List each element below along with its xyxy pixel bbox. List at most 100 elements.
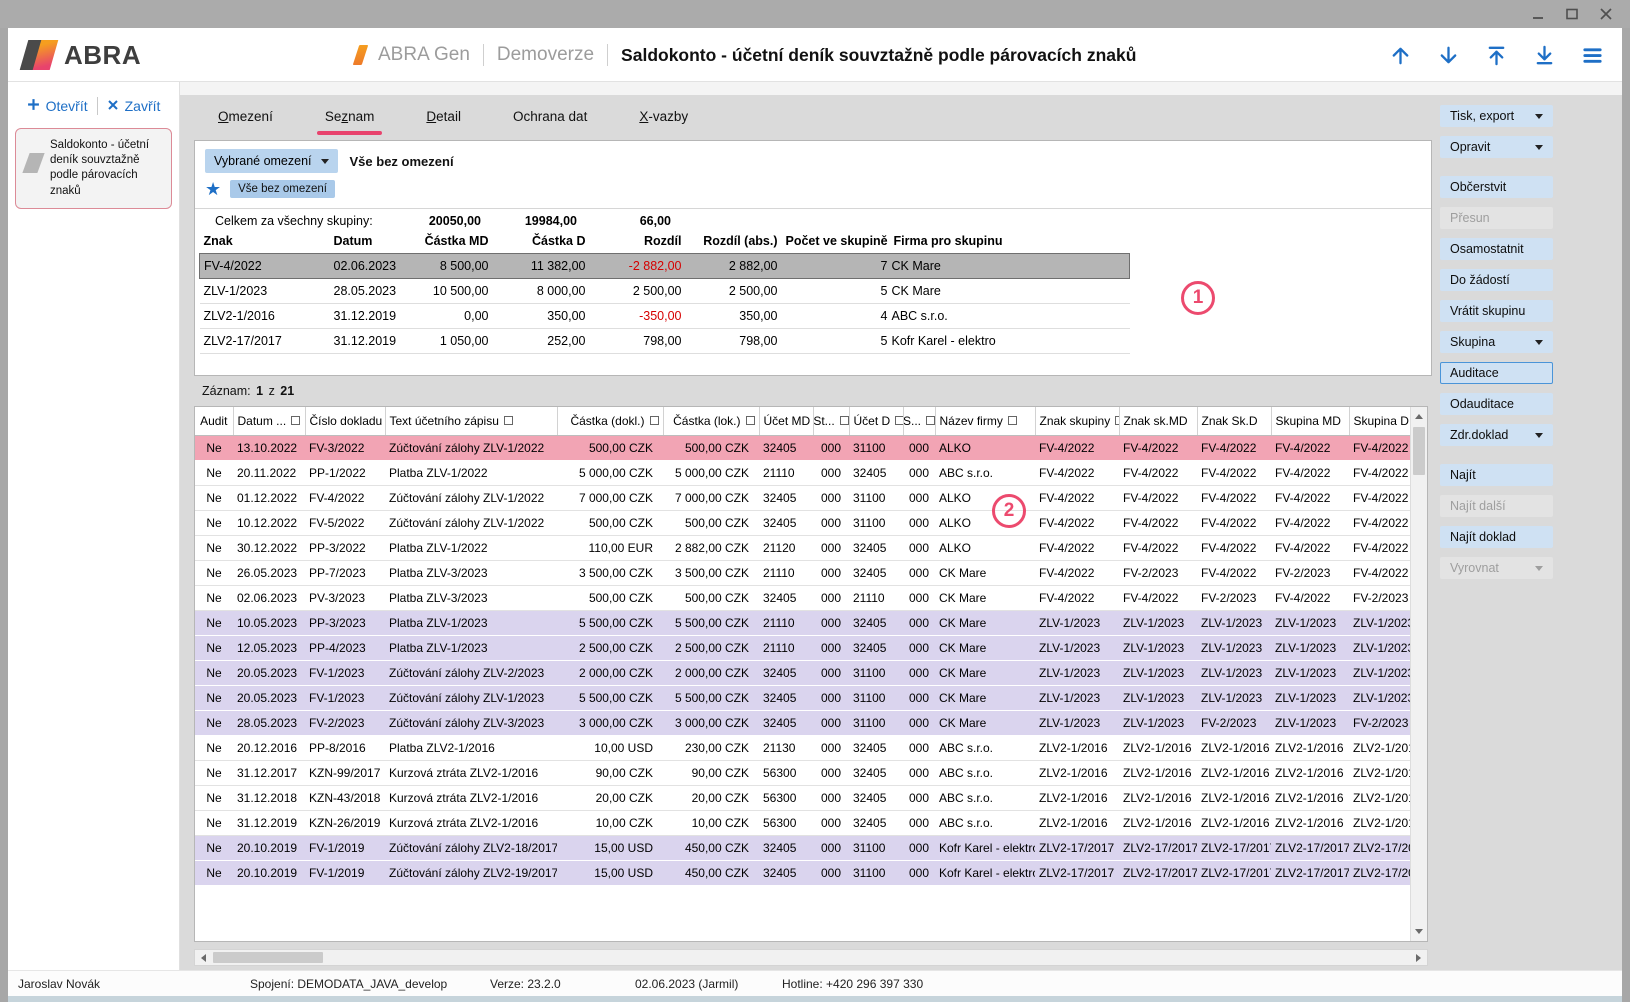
scroll-left-button[interactable] — [195, 950, 212, 965]
cell: FV-4/2022 — [1119, 485, 1197, 510]
column-header-znak-skupiny[interactable]: Znak skupiny — [1035, 407, 1119, 435]
filter-checkbox-icon[interactable] — [650, 416, 659, 425]
tab-x-vazby[interactable]: X-vazby — [613, 95, 714, 137]
column-header-n-zev-firmy[interactable]: Název firmy — [935, 407, 1035, 435]
tab-ochrana-dat[interactable]: Ochrana dat — [487, 95, 613, 137]
action-button-naj-t-doklad[interactable]: Najít doklad — [1440, 526, 1553, 548]
last-record-icon[interactable] — [1532, 43, 1556, 67]
journal-table-row[interactable]: Ne31.12.2019KZN-26/2019Kurzová ztráta ZL… — [195, 810, 1410, 835]
groups-table-row[interactable]: ZLV-1/202328.05.202310 500,008 000,002 5… — [200, 278, 1130, 303]
restriction-chip[interactable]: Vše bez omezení — [230, 180, 335, 198]
action-button-opravit[interactable]: Opravit — [1440, 136, 1553, 158]
journal-table-row[interactable]: Ne20.05.2023FV-1/2023Zúčtování zálohy ZL… — [195, 685, 1410, 710]
close-button[interactable] — [1594, 4, 1618, 24]
journal-table-row[interactable]: Ne10.05.2023PP-3/2023Platba ZLV-1/20235 … — [195, 610, 1410, 635]
groups-table-row[interactable]: FV-4/202202.06.20238 500,0011 382,00-2 8… — [200, 253, 1130, 278]
column-header-datum[interactable]: Datum ... — [233, 407, 305, 435]
previous-record-icon[interactable] — [1388, 43, 1412, 67]
column-header-datum[interactable]: Datum — [330, 229, 405, 253]
action-button-vr-tit-skupinu[interactable]: Vrátit skupinu — [1440, 300, 1553, 322]
open-agenda-card[interactable]: Saldokonto - účetní deník souvztažně pod… — [15, 128, 172, 209]
close-view-button[interactable]: Zavřít — [107, 98, 161, 114]
column-header-znak-sk-md[interactable]: Znak sk.MD — [1119, 407, 1197, 435]
action-button-auditace[interactable]: Auditace — [1440, 362, 1553, 384]
journal-table-row[interactable]: Ne30.12.2022PP-3/2022Platba ZLV-1/202211… — [195, 535, 1410, 560]
action-button-ob-erstvit[interactable]: Občerstvit — [1440, 176, 1553, 198]
journal-table-row[interactable]: Ne20.10.2019FV-1/2019Zúčtování zálohy ZL… — [195, 860, 1410, 885]
journal-table-row[interactable]: Ne31.12.2018KZN-43/2018Kurzová ztráta ZL… — [195, 785, 1410, 810]
column-header-stka-lok[interactable]: Částka (lok.) — [663, 407, 759, 435]
maximize-button[interactable] — [1560, 4, 1584, 24]
column-header-skupina-d[interactable]: Skupina D — [1349, 407, 1410, 435]
action-button-label: Občerstvit — [1450, 180, 1506, 194]
chevron-down-icon — [1535, 145, 1543, 150]
action-button-naj-t[interactable]: Najít — [1440, 464, 1553, 486]
column-header-skupina-md[interactable]: Skupina MD — [1271, 407, 1349, 435]
column-header-firma-pro-skupinu[interactable]: Firma pro skupinu — [890, 229, 1130, 253]
column-header-et-md[interactable]: Účet MD — [759, 407, 813, 435]
groups-table-row[interactable]: ZLV2-1/201631.12.20190,00350,00-350,0035… — [200, 303, 1130, 328]
column-header-znak-sk-d[interactable]: Znak Sk.D — [1197, 407, 1271, 435]
column-header-s[interactable]: S... — [903, 407, 935, 435]
scroll-up-button[interactable] — [1411, 408, 1427, 425]
journal-table-row[interactable]: Ne26.05.2023PP-7/2023Platba ZLV-3/20233 … — [195, 560, 1410, 585]
vertical-scrollbar[interactable] — [1410, 407, 1427, 941]
action-button-odauditace[interactable]: Odauditace — [1440, 393, 1553, 415]
action-button-skupina[interactable]: Skupina — [1440, 331, 1553, 353]
horizontal-scrollbar[interactable] — [194, 949, 1428, 966]
column-header-po-et-ve-skupin[interactable]: Počet ve skupině — [786, 229, 890, 253]
open-button[interactable]: Otevřít — [27, 98, 88, 114]
filter-checkbox-icon[interactable] — [1115, 416, 1119, 425]
journal-table-row[interactable]: Ne20.05.2023FV-1/2023Zúčtování zálohy ZL… — [195, 660, 1410, 685]
column-header-rozd-l-abs[interactable]: Rozdíl (abs.) — [690, 229, 786, 253]
first-record-icon[interactable] — [1484, 43, 1508, 67]
filter-checkbox-icon[interactable] — [746, 416, 755, 425]
journal-table-row[interactable]: Ne13.10.2022FV-3/2022Zúčtování zálohy ZL… — [195, 435, 1410, 460]
action-button-zdr-doklad[interactable]: Zdr.doklad — [1440, 424, 1553, 446]
horizontal-scroll-thumb[interactable] — [213, 952, 323, 963]
vertical-scroll-thumb[interactable] — [1413, 427, 1425, 475]
journal-table-row[interactable]: Ne20.10.2019FV-1/2019Zúčtování zálohy ZL… — [195, 835, 1410, 860]
tab-omezen[interactable]: Omezení — [192, 95, 299, 137]
journal-table-row[interactable]: Ne20.12.2016PP-8/2016Platba ZLV2-1/20161… — [195, 735, 1410, 760]
column-header-rozd-l[interactable]: Rozdíl — [594, 229, 690, 253]
minimize-button[interactable] — [1526, 4, 1550, 24]
next-record-icon[interactable] — [1436, 43, 1460, 67]
menu-icon[interactable] — [1580, 43, 1604, 67]
action-button-tisk-export[interactable]: Tisk, export — [1440, 105, 1553, 127]
cell: 000 — [813, 810, 849, 835]
restriction-dropdown[interactable]: Vybrané omezení — [205, 149, 338, 173]
journal-table-row[interactable]: Ne20.11.2022PP-1/2022Platba ZLV-1/20225 … — [195, 460, 1410, 485]
column-header-slo-dokladu[interactable]: Číslo dokladu — [305, 407, 385, 435]
column-header-stka-md[interactable]: Částka MD — [405, 229, 497, 253]
column-header-stka-dokl[interactable]: Částka (dokl.) — [557, 407, 663, 435]
tab-seznam[interactable]: Seznam — [299, 95, 401, 137]
cell: Ne — [195, 635, 233, 660]
action-button-do-dost[interactable]: Do žádostí — [1440, 269, 1553, 291]
column-header-znak[interactable]: Znak — [200, 229, 330, 253]
column-header-audit[interactable]: Audit — [195, 407, 233, 435]
filter-checkbox-icon[interactable] — [895, 416, 903, 425]
column-header-et-d[interactable]: Účet D — [849, 407, 903, 435]
column-header-st[interactable]: St... — [813, 407, 849, 435]
favorite-star-icon[interactable]: ★ — [205, 180, 221, 198]
action-button-osamostatnit[interactable]: Osamostatnit — [1440, 238, 1553, 260]
groups-table-row[interactable]: ZLV2-17/201731.12.20191 050,00252,00798,… — [200, 328, 1130, 353]
filter-checkbox-icon[interactable] — [840, 416, 849, 425]
journal-table-row[interactable]: Ne12.05.2023PP-4/2023Platba ZLV-1/20232 … — [195, 635, 1410, 660]
journal-table-row[interactable]: Ne10.12.2022FV-5/2022Zúčtování zálohy ZL… — [195, 510, 1410, 535]
filter-checkbox-icon[interactable] — [926, 416, 935, 425]
scroll-down-button[interactable] — [1411, 923, 1427, 940]
tab-detail[interactable]: Detail — [400, 95, 487, 137]
filter-checkbox-icon[interactable] — [504, 416, 513, 425]
journal-table-row[interactable]: Ne28.05.2023FV-2/2023Zúčtování zálohy ZL… — [195, 710, 1410, 735]
filter-checkbox-icon[interactable] — [1008, 416, 1017, 425]
journal-table-row[interactable]: Ne02.06.2023PV-3/2023Platba ZLV-3/202350… — [195, 585, 1410, 610]
cell: 2 500,00 — [690, 278, 786, 303]
filter-checkbox-icon[interactable] — [291, 416, 300, 425]
journal-table-row[interactable]: Ne31.12.2017KZN-99/2017Kurzová ztráta ZL… — [195, 760, 1410, 785]
journal-table-row[interactable]: Ne01.12.2022FV-4/2022Zúčtování zálohy ZL… — [195, 485, 1410, 510]
column-header-text-etn-ho-z-pisu[interactable]: Text účetního zápisu — [385, 407, 557, 435]
column-header-stka-d[interactable]: Částka D — [497, 229, 594, 253]
scroll-right-button[interactable] — [1410, 950, 1427, 965]
